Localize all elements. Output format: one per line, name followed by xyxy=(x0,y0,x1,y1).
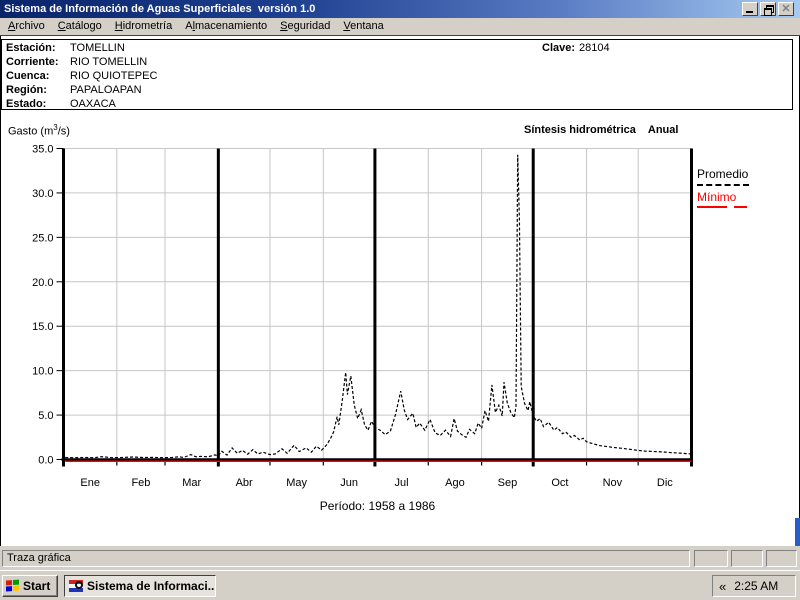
y-tick-label: 15.0 xyxy=(32,321,53,333)
legend-minimo-line-sample xyxy=(697,206,749,208)
legend-promedio-label: Promedio xyxy=(697,167,749,181)
app-icon xyxy=(69,580,83,592)
legend-minimo-label: Mínimo xyxy=(697,190,737,204)
status-text: Traza gráfica xyxy=(7,552,71,564)
desktop: { "window": { "title": "Sistema de Infor… xyxy=(0,0,800,600)
y-tick-label: 0.0 xyxy=(38,455,53,467)
chart-legend: Promedio Mínimo xyxy=(697,167,767,208)
month-label: Abr xyxy=(236,477,253,489)
taskbar-app-button[interactable]: Sistema de Informaci... xyxy=(64,575,216,597)
y-tick-label: 20.0 xyxy=(32,277,53,289)
y-tick-label: 30.0 xyxy=(32,188,53,200)
status-panel-3 xyxy=(766,550,797,567)
y-tick-label: 25.0 xyxy=(32,232,53,244)
period-label: Período: 1958 a 1986 xyxy=(319,499,436,513)
tray-collapse-button[interactable]: « xyxy=(719,580,726,593)
status-text-panel: Traza gráfica xyxy=(2,550,690,567)
start-button[interactable]: Start xyxy=(2,575,58,597)
mdi-edge xyxy=(795,518,800,548)
month-label: Jun xyxy=(340,477,358,489)
app-window: Sistema de Información de Aguas Superfic… xyxy=(0,0,800,570)
status-panel-2 xyxy=(731,550,763,567)
month-label: May xyxy=(286,477,307,489)
taskbar-app-label: Sistema de Informaci... xyxy=(87,579,216,593)
status-bar: Traza gráfica xyxy=(0,546,800,570)
tray-clock: 2:25 AM xyxy=(734,579,779,593)
month-label: Jul xyxy=(395,477,409,489)
y-tick-label: 5.0 xyxy=(38,410,53,422)
hydrograph-chart: 0.0 5.0 10.0 15.0 20.0 25.0 30.0 35.0 Ene Feb Mar A… xyxy=(32,144,693,489)
y-tick-label: 35.0 xyxy=(32,144,53,156)
month-label: Nov xyxy=(603,477,623,489)
month-label: Dic xyxy=(657,477,673,489)
status-panel-1 xyxy=(694,550,728,567)
month-label: Oct xyxy=(551,477,568,489)
month-label: Feb xyxy=(131,477,150,489)
month-label: Sep xyxy=(498,477,518,489)
system-tray: « 2:25 AM xyxy=(712,575,796,597)
month-label: Ago xyxy=(445,477,465,489)
series-promedio xyxy=(65,154,692,459)
taskbar: Start Sistema de Informaci... « 2:25 AM xyxy=(0,570,800,600)
month-label: Mar xyxy=(182,477,201,489)
y-tick-label: 10.0 xyxy=(32,366,53,378)
start-label: Start xyxy=(23,579,51,593)
legend-promedio-line-sample xyxy=(697,184,749,186)
windows-logo-icon xyxy=(6,579,20,593)
month-label: Ene xyxy=(80,477,100,489)
